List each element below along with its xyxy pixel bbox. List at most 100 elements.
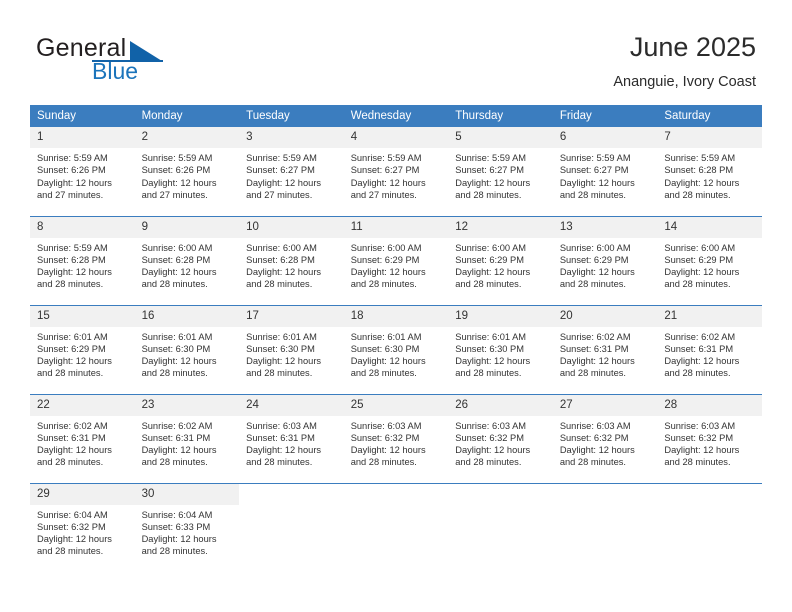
day-details: Sunrise: 5:59 AM Sunset: 6:26 PM Dayligh… (135, 148, 240, 201)
day-details: Sunrise: 6:02 AM Sunset: 6:31 PM Dayligh… (30, 416, 135, 469)
sunrise-text: Sunrise: 6:00 AM (141, 242, 213, 253)
day-cell[interactable]: 15 Sunrise: 6:01 AM Sunset: 6:29 PM Dayl… (30, 304, 135, 394)
day-number: 22 (30, 394, 135, 416)
daylight-text-line1: Daylight: 12 hours (455, 356, 531, 367)
day-cell[interactable]: 20 Sunrise: 6:02 AM Sunset: 6:31 PM Dayl… (552, 304, 658, 394)
sunset-text: Sunset: 6:27 PM (246, 165, 315, 176)
sunrise-text: Sunrise: 6:00 AM (664, 242, 736, 253)
day-cell[interactable]: 7 Sunrise: 5:59 AM Sunset: 6:28 PM Dayli… (657, 127, 762, 216)
day-cell[interactable]: 12 Sunrise: 6:00 AM Sunset: 6:29 PM Dayl… (448, 215, 553, 305)
day-cell[interactable]: 6 Sunrise: 5:59 AM Sunset: 6:27 PM Dayli… (552, 127, 658, 216)
page-subtitle: Ananguie, Ivory Coast (613, 74, 756, 90)
day-details: Sunrise: 6:01 AM Sunset: 6:30 PM Dayligh… (135, 327, 240, 380)
day-cell[interactable]: 21 Sunrise: 6:02 AM Sunset: 6:31 PM Dayl… (657, 304, 762, 394)
daylight-text-line2: and 27 minutes. (37, 189, 104, 200)
daylight-text-line2: and 28 minutes. (350, 457, 417, 468)
sunset-text: Sunset: 6:30 PM (246, 343, 315, 354)
sunset-text: Sunset: 6:30 PM (455, 343, 524, 354)
daylight-text-line1: Daylight: 12 hours (141, 267, 217, 278)
day-cell[interactable]: 5 Sunrise: 5:59 AM Sunset: 6:27 PM Dayli… (448, 127, 553, 216)
sunrise-text: Sunrise: 6:02 AM (37, 420, 108, 431)
day-number: 11 (343, 216, 449, 238)
day-number (657, 483, 762, 505)
calendar-page: General Blue June 2025 Ananguie, Ivory C… (0, 0, 792, 612)
day-cell[interactable]: 29 Sunrise: 6:04 AM Sunset: 6:32 PM Dayl… (30, 482, 135, 572)
day-number (552, 483, 658, 505)
sunrise-text: Sunrise: 5:59 AM (246, 153, 317, 163)
calendar-body: 1 Sunrise: 5:59 AM Sunset: 6:26 PM Dayli… (30, 127, 762, 572)
sunrise-text: Sunrise: 5:59 AM (455, 153, 527, 163)
day-details: Sunrise: 6:00 AM Sunset: 6:29 PM Dayligh… (657, 238, 762, 291)
weekday-header-thursday: Thursday (448, 105, 553, 127)
logo-text-blue: Blue (92, 58, 139, 84)
daylight-text-line2: and 28 minutes. (141, 457, 208, 468)
day-cell[interactable]: 4 Sunrise: 5:59 AM Sunset: 6:27 PM Dayli… (343, 127, 449, 216)
day-details: Sunrise: 5:59 AM Sunset: 6:27 PM Dayligh… (553, 148, 658, 201)
daylight-text-line1: Daylight: 12 hours (246, 177, 322, 188)
daylight-text-line1: Daylight: 12 hours (455, 445, 531, 456)
daylight-text-line1: Daylight: 12 hours (559, 267, 635, 278)
day-cell[interactable]: 22 Sunrise: 6:02 AM Sunset: 6:31 PM Dayl… (30, 393, 135, 483)
weekday-header-sunday: Sunday (30, 105, 135, 127)
day-cell[interactable]: 18 Sunrise: 6:01 AM Sunset: 6:30 PM Dayl… (343, 304, 449, 394)
day-cell[interactable]: 16 Sunrise: 6:01 AM Sunset: 6:30 PM Dayl… (134, 304, 240, 394)
day-details: Sunrise: 6:00 AM Sunset: 6:29 PM Dayligh… (344, 238, 449, 291)
sunset-text: Sunset: 6:32 PM (455, 432, 524, 443)
daylight-text-line1: Daylight: 12 hours (37, 534, 112, 545)
day-cell[interactable]: 13 Sunrise: 6:00 AM Sunset: 6:29 PM Dayl… (552, 215, 658, 305)
daylight-text-line2: and 28 minutes. (559, 189, 626, 200)
sunrise-sunset-calendar: Sunday Monday Tuesday Wednesday Thursday… (30, 105, 762, 572)
sunrise-text: Sunrise: 6:02 AM (664, 331, 736, 342)
general-blue-logo[interactable]: General Blue (36, 34, 256, 90)
day-cell[interactable]: 9 Sunrise: 6:00 AM Sunset: 6:28 PM Dayli… (134, 215, 240, 305)
day-cell[interactable]: 25 Sunrise: 6:03 AM Sunset: 6:32 PM Dayl… (343, 393, 449, 483)
daylight-text-line2: and 28 minutes. (664, 279, 731, 290)
day-number: 30 (134, 483, 240, 505)
day-cell[interactable]: 19 Sunrise: 6:01 AM Sunset: 6:30 PM Dayl… (448, 304, 553, 394)
day-cell[interactable]: 3 Sunrise: 5:59 AM Sunset: 6:27 PM Dayli… (239, 127, 344, 216)
day-details: Sunrise: 6:01 AM Sunset: 6:30 PM Dayligh… (239, 327, 344, 380)
day-cell[interactable]: 28 Sunrise: 6:03 AM Sunset: 6:32 PM Dayl… (657, 393, 762, 483)
day-cell[interactable]: 8 Sunrise: 5:59 AM Sunset: 6:28 PM Dayli… (30, 215, 135, 305)
sunset-text: Sunset: 6:29 PM (664, 254, 734, 265)
day-cell[interactable]: 11 Sunrise: 6:00 AM Sunset: 6:29 PM Dayl… (343, 215, 449, 305)
day-cell-empty (343, 482, 449, 572)
day-details: Sunrise: 6:00 AM Sunset: 6:28 PM Dayligh… (135, 238, 240, 291)
day-cell[interactable]: 2 Sunrise: 5:59 AM Sunset: 6:26 PM Dayli… (134, 127, 240, 216)
weekday-header-friday: Friday (552, 105, 658, 127)
daylight-text-line2: and 28 minutes. (246, 368, 313, 379)
sunset-text: Sunset: 6:28 PM (141, 254, 211, 265)
day-cell[interactable]: 26 Sunrise: 6:03 AM Sunset: 6:32 PM Dayl… (448, 393, 553, 483)
day-details: Sunrise: 6:01 AM Sunset: 6:29 PM Dayligh… (30, 327, 135, 380)
day-details: Sunrise: 5:59 AM Sunset: 6:28 PM Dayligh… (30, 238, 135, 291)
sunrise-text: Sunrise: 6:01 AM (37, 331, 108, 342)
day-number: 3 (239, 127, 344, 148)
day-number: 1 (30, 127, 135, 148)
day-number: 27 (552, 394, 658, 416)
daylight-text-line1: Daylight: 12 hours (350, 356, 426, 367)
day-number (448, 483, 553, 505)
day-number (343, 483, 449, 505)
day-cell[interactable]: 23 Sunrise: 6:02 AM Sunset: 6:31 PM Dayl… (134, 393, 240, 483)
day-cell[interactable]: 27 Sunrise: 6:03 AM Sunset: 6:32 PM Dayl… (552, 393, 658, 483)
day-cell[interactable]: 10 Sunrise: 6:00 AM Sunset: 6:28 PM Dayl… (239, 215, 344, 305)
daylight-text-line1: Daylight: 12 hours (455, 267, 531, 278)
daylight-text-line2: and 28 minutes. (350, 279, 417, 290)
day-cell[interactable]: 30 Sunrise: 6:04 AM Sunset: 6:33 PM Dayl… (134, 482, 240, 572)
day-number: 18 (343, 305, 449, 327)
calendar-week-row: 8 Sunrise: 5:59 AM Sunset: 6:28 PM Dayli… (30, 215, 762, 305)
daylight-text-line2: and 28 minutes. (141, 546, 208, 557)
day-cell[interactable]: 24 Sunrise: 6:03 AM Sunset: 6:31 PM Dayl… (239, 393, 344, 483)
calendar-week-row: 15 Sunrise: 6:01 AM Sunset: 6:29 PM Dayl… (30, 304, 762, 394)
daylight-text-line2: and 28 minutes. (664, 189, 731, 200)
daylight-text-line2: and 28 minutes. (559, 279, 626, 290)
sunset-text: Sunset: 6:29 PM (350, 254, 420, 265)
sunrise-text: Sunrise: 6:04 AM (141, 509, 213, 520)
day-cell[interactable]: 14 Sunrise: 6:00 AM Sunset: 6:29 PM Dayl… (657, 215, 762, 305)
day-details: Sunrise: 6:02 AM Sunset: 6:31 PM Dayligh… (135, 416, 240, 469)
sunrise-text: Sunrise: 6:03 AM (559, 420, 631, 431)
daylight-text-line1: Daylight: 12 hours (559, 177, 635, 188)
day-cell[interactable]: 17 Sunrise: 6:01 AM Sunset: 6:30 PM Dayl… (239, 304, 344, 394)
day-cell[interactable]: 1 Sunrise: 5:59 AM Sunset: 6:26 PM Dayli… (30, 127, 135, 216)
day-number: 28 (657, 394, 762, 416)
